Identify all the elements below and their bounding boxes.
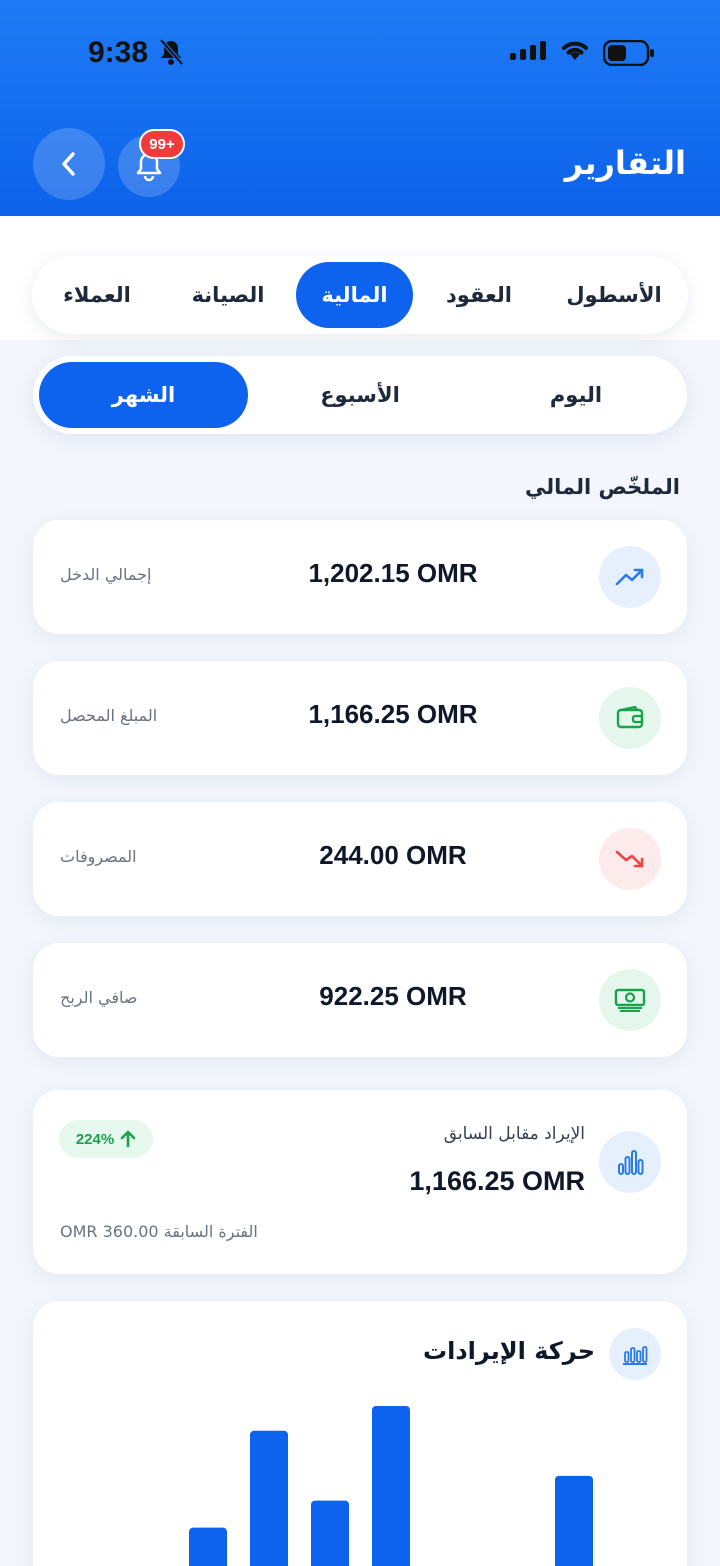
revenue-bar xyxy=(555,1475,593,1566)
comparison-title: الإيراد مقابل السابق xyxy=(443,1124,585,1144)
comparison-value: 1,166.25 OMR xyxy=(409,1166,585,1196)
battery-icon xyxy=(602,39,655,70)
tab-customers[interactable]: العملاء xyxy=(31,262,163,328)
collected-amount-card[interactable]: المبلغ المحصل 1,166.25 OMR xyxy=(33,661,687,775)
revenue-bar-chart xyxy=(70,1406,593,1566)
card-value: 922.25 OMR xyxy=(319,981,467,1011)
financial-summary-title: الملخّص المالي xyxy=(524,475,680,499)
trending-down-icon xyxy=(599,828,661,890)
revenue-comparison-card[interactable]: 224% الإيراد مقابل السابق 1,166.25 OMR ا… xyxy=(33,1090,687,1274)
tab-fleet[interactable]: الأسطول xyxy=(546,262,682,328)
cash-icon xyxy=(599,969,661,1031)
period-month[interactable]: الشهر xyxy=(39,362,248,428)
tab-financial[interactable]: المالية xyxy=(296,262,413,328)
card-label: صافي الربح xyxy=(60,988,138,1007)
total-income-card[interactable]: إجمالي الدخل 1,202.15 OMR xyxy=(33,520,687,634)
tab-contracts[interactable]: العقود xyxy=(416,262,542,328)
app-header: 9:38 99+ التقارير xyxy=(0,0,720,216)
previous-period-value: الفترة السابقة 360.00 OMR xyxy=(60,1222,258,1241)
tab-maintenance[interactable]: الصيانة xyxy=(163,262,293,328)
wallet-icon xyxy=(599,687,661,749)
revenue-bar xyxy=(311,1500,349,1566)
status-time: 9:38 xyxy=(88,36,149,69)
change-percent-badge: 224% xyxy=(59,1120,153,1158)
change-percent-value: 224% xyxy=(75,1130,115,1148)
card-value: 1,202.15 OMR xyxy=(308,558,478,588)
notification-count-badge: 99+ xyxy=(139,129,185,159)
period-selector: الشهر الأسبوع اليوم xyxy=(33,356,687,434)
period-today[interactable]: اليوم xyxy=(471,362,681,428)
period-week[interactable]: الأسبوع xyxy=(255,362,465,428)
card-value: 1,166.25 OMR xyxy=(308,699,478,729)
revenue-chart-card: حركة الإيرادات xyxy=(33,1301,687,1566)
chevron-left-icon xyxy=(62,152,75,176)
wifi-icon xyxy=(560,38,590,66)
card-label: المصروفات xyxy=(60,847,137,866)
expenses-card[interactable]: المصروفات 244.00 OMR xyxy=(33,802,687,916)
cellular-signal-icon xyxy=(510,40,548,66)
card-value: 244.00 OMR xyxy=(319,840,467,870)
arrow-up-icon xyxy=(120,1130,136,1148)
revenue-bar xyxy=(189,1527,227,1566)
trending-up-icon xyxy=(599,546,661,608)
page-title: التقارير xyxy=(564,144,686,182)
card-label: المبلغ المحصل xyxy=(60,706,158,725)
bar-chart-icon xyxy=(599,1131,661,1193)
card-label: إجمالي الدخل xyxy=(60,565,152,584)
net-profit-card[interactable]: صافي الربح 922.25 OMR xyxy=(33,943,687,1057)
revenue-bar xyxy=(372,1406,410,1566)
silent-mode-icon xyxy=(158,38,184,70)
back-button[interactable] xyxy=(33,128,105,200)
report-category-tabs: العملاء الصيانة المالية العقود الأسطول xyxy=(32,256,688,334)
revenue-bar xyxy=(250,1430,288,1566)
